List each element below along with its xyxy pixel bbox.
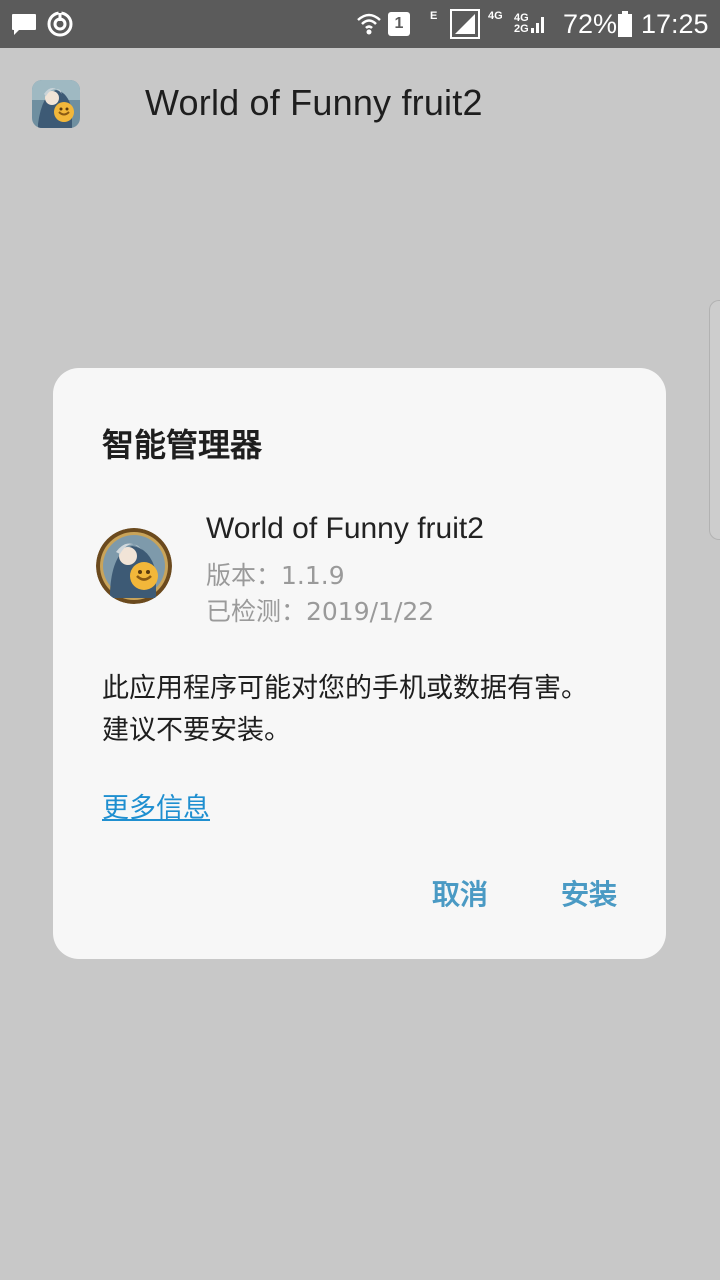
- signal-icon: [450, 0, 482, 48]
- message-icon: [10, 0, 38, 48]
- install-button[interactable]: 安装: [561, 873, 617, 913]
- app-icon: [32, 80, 80, 128]
- dialog-app-icon: [96, 528, 172, 604]
- security-dialog: 智能管理器 World of Funny fruit2 版本：1.1.9 已检测…: [53, 368, 666, 959]
- wifi-icon: [356, 0, 382, 48]
- scan-date: 已检测：2019/1/22: [206, 597, 435, 626]
- sim1-badge-icon: 1: [388, 0, 410, 48]
- edge-panel-handle[interactable]: [709, 300, 720, 540]
- battery-icon: [617, 0, 633, 48]
- warning-message: 此应用程序可能对您的手机或数据有害。 建议不要安装。: [102, 668, 642, 752]
- sim1-network-label: 4G: [488, 9, 503, 22]
- dialog-app-name: World of Funny fruit2: [206, 512, 484, 545]
- warning-line-1: 此应用程序可能对您的手机或数据有害。: [102, 673, 588, 704]
- status-bar: 1 E 4G 4G 2G 72% 17:25: [0, 0, 720, 48]
- dialog-title: 智能管理器: [102, 426, 263, 464]
- cancel-button[interactable]: 取消: [432, 873, 488, 913]
- app-header: World of Funny fruit2: [0, 48, 720, 160]
- battery-percent: 72%: [563, 8, 618, 39]
- sim2-signal: 4G 2G: [514, 0, 545, 48]
- warning-line-2: 建议不要安装。: [102, 715, 291, 746]
- clock: 17:25: [641, 8, 709, 39]
- app-version: 版本：1.1.9: [206, 561, 345, 590]
- sync-icon: [46, 0, 74, 48]
- sim2-bars-icon: [530, 17, 544, 33]
- more-info-link[interactable]: 更多信息: [102, 786, 210, 825]
- sim-slot-number: 1: [394, 15, 404, 32]
- sim2-label-bottom: 2G: [514, 23, 529, 35]
- network-type-e: E: [430, 9, 438, 22]
- app-title: World of Funny fruit2: [145, 82, 483, 123]
